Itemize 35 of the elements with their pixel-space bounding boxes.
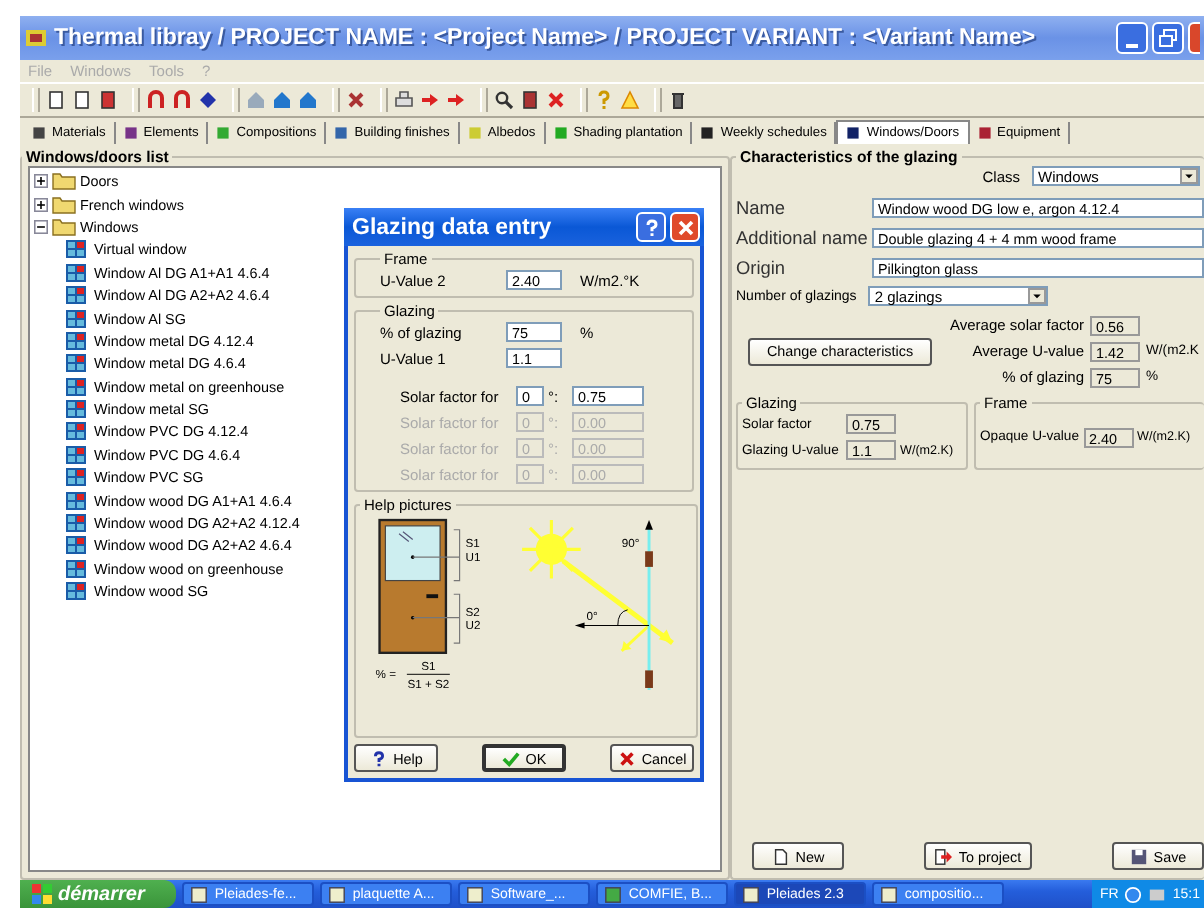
search-icon[interactable] <box>494 90 514 110</box>
fraction-line <box>406 673 451 675</box>
app-icon <box>24 26 48 50</box>
diamond-icon[interactable] <box>198 90 218 110</box>
question-mark-icon <box>641 217 661 237</box>
expander-icon[interactable] <box>34 174 48 189</box>
minimize-icon <box>1126 43 1138 47</box>
documents-icon[interactable] <box>72 90 92 110</box>
field-label: Name <box>736 197 788 217</box>
expander-icon[interactable] <box>34 197 48 212</box>
app-icon <box>880 885 899 903</box>
delete-icon[interactable] <box>546 90 566 110</box>
cross-icon <box>617 749 636 767</box>
dialog-title: Glazing data entry <box>352 215 554 239</box>
bracket-leader-line <box>412 529 461 644</box>
help-button[interactable] <box>636 212 666 242</box>
dropdown-arrow-icon <box>1182 170 1196 182</box>
checkmark-icon <box>501 749 520 767</box>
field-label: Origin <box>736 257 788 277</box>
trash-icon[interactable] <box>668 90 688 110</box>
dropdown-arrow-icon <box>1030 290 1045 302</box>
field-label: Additional name <box>736 227 868 247</box>
close-icon <box>675 217 695 237</box>
app-icon <box>742 885 761 903</box>
window-title: Thermal libray / PROJECT NAME : <Project Name> / PROJECT VARIANT : <Variant Name> <box>54 26 1038 50</box>
minimize-button[interactable] <box>1116 22 1148 54</box>
printer-icon[interactable] <box>394 90 414 110</box>
question-mark-icon <box>369 749 388 767</box>
close-button[interactable] <box>1188 22 1200 54</box>
square-icon <box>700 125 715 139</box>
door-drawing <box>378 518 448 654</box>
close-button[interactable] <box>670 212 700 242</box>
expander-icon[interactable] <box>34 219 48 234</box>
restore-button[interactable] <box>1152 22 1184 54</box>
restore-icon <box>1158 28 1178 48</box>
